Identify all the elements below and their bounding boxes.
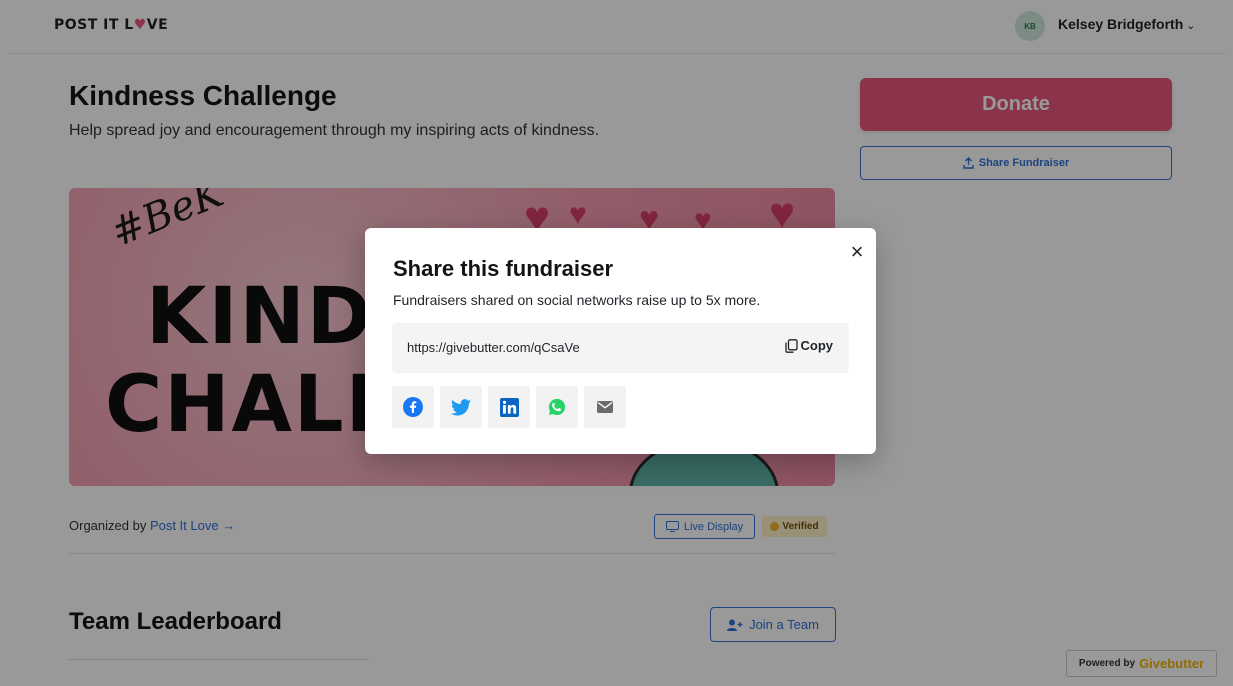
whatsapp-icon (548, 398, 566, 416)
share-modal: × Share this fundraiser Fundraisers shar… (365, 228, 876, 454)
share-link-url: https://givebutter.com/qCsaVe (407, 340, 580, 355)
share-email-button[interactable] (584, 386, 626, 428)
modal-subtitle: Fundraisers shared on social networks ra… (393, 292, 761, 308)
copy-button[interactable]: Copy (784, 338, 834, 353)
copy-label: Copy (800, 338, 834, 353)
email-icon (597, 401, 613, 413)
linkedin-icon (499, 397, 519, 417)
share-linkedin-button[interactable] (488, 386, 530, 428)
share-whatsapp-button[interactable] (536, 386, 578, 428)
share-twitter-button[interactable] (440, 386, 482, 428)
modal-title: Share this fundraiser (393, 256, 614, 281)
share-facebook-button[interactable] (392, 386, 434, 428)
copy-icon (784, 338, 798, 353)
twitter-icon (451, 398, 471, 415)
social-share-row (392, 386, 626, 428)
close-icon[interactable]: × (847, 241, 867, 263)
share-link-field[interactable]: https://givebutter.com/qCsaVe Copy (392, 323, 849, 373)
facebook-icon (403, 397, 423, 417)
